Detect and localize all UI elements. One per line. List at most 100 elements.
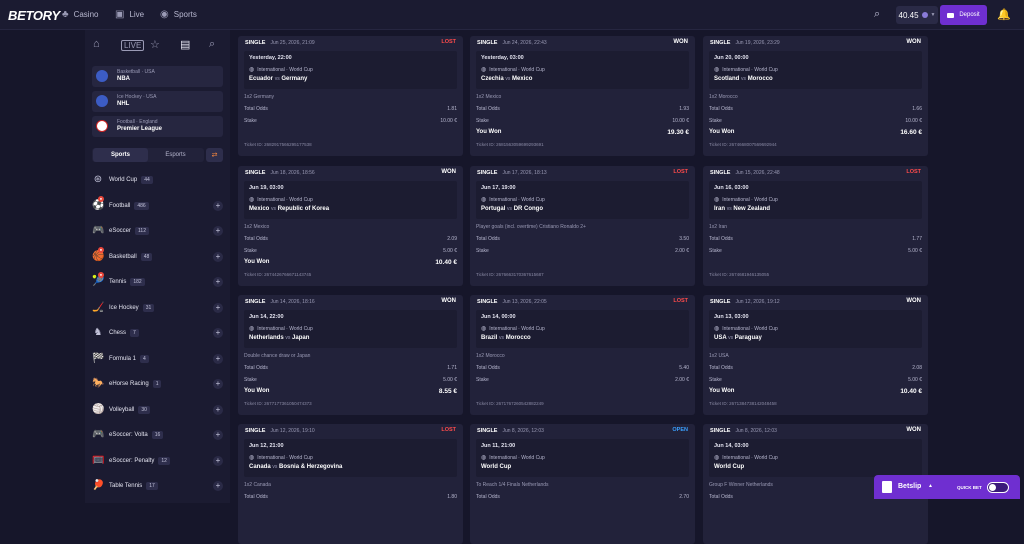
expand-icon[interactable]: + [213, 226, 223, 236]
bet-event[interactable]: Jun 17, 19:00 ◍ International · World Cup P… [476, 181, 689, 219]
sidebar-sport-item[interactable]: ⊛ World Cup 44 [92, 173, 223, 187]
sidebar-sport-item[interactable]: 🏒 Ice Hockey 31 + [92, 301, 223, 315]
bet-event[interactable]: Jun 19, 03:00 ◍ International · World Cup M… [244, 181, 457, 219]
sport-name: Football [109, 202, 131, 209]
nav-live[interactable]: ▣ Live [115, 9, 144, 20]
pinned-league-nba[interactable]: Basketball · USA NBA [92, 66, 223, 87]
ticket-id[interactable]: Ticket ID: 2677177361050474373 [244, 401, 312, 406]
bet-event[interactable]: Jun 11, 21:00 ◍ International · World Cup W… [476, 439, 689, 477]
expand-icon[interactable]: + [213, 404, 223, 415]
bet-event[interactable]: Yesterday, 22:00 ◍ International · World C… [244, 51, 457, 89]
sidebar-sport-item[interactable]: 🐎 eHorse Racing 1 + [92, 377, 223, 391]
deposit-button[interactable]: Deposit [940, 5, 987, 25]
bet-event[interactable]: Jun 16, 03:00 ◍ International · World Cup I… [709, 181, 922, 219]
sidebar-sport-item[interactable]: 🎮 eSoccer: Volta 16 + [92, 428, 223, 442]
winnings-label: You Won [709, 388, 735, 394]
competition-name: International · World Cup [489, 455, 545, 461]
home-icon[interactable]: ⌂ [93, 38, 100, 50]
home-team: Ecuador [249, 76, 274, 82]
bet-card[interactable]: SINGLE Jun 14, 2026, 18:16 WON Jun 14, 22:0… [238, 295, 463, 415]
expand-icon[interactable]: + [213, 200, 223, 211]
sidebar-sport-item[interactable]: 🎮 eSoccer 112 + [92, 224, 223, 238]
collapse-sidebar-icon[interactable]: ⇄ [206, 148, 223, 162]
bet-event[interactable]: Jun 12, 21:00 ◍ International · World Cup C… [244, 439, 457, 477]
bet-card[interactable]: SINGLE Jun 18, 2026, 18:56 WON Jun 19, 03:0… [238, 166, 463, 286]
expand-icon[interactable]: + [213, 379, 223, 389]
ticket-id[interactable]: Ticket ID: 2671767260542882249 [476, 401, 544, 406]
quick-bet-toggle[interactable] [987, 482, 1009, 493]
expand-icon[interactable]: + [213, 430, 223, 440]
expand-icon[interactable]: + [213, 302, 223, 313]
event-competition: ◍ International · World Cup [249, 454, 313, 461]
ticket-id[interactable]: Ticket ID: 2671384738142048458 [709, 401, 777, 406]
bet-card[interactable]: SINGLE Jun 19, 2026, 23:29 WON Jun 20, 00:0… [703, 36, 928, 156]
bet-card[interactable]: SINGLE Jun 12, 2026, 19:12 WON Jun 13, 03:0… [703, 295, 928, 415]
sidebar-sport-item[interactable]: 🎾 ● Tennis 182 + [92, 272, 223, 289]
bet-card[interactable]: SINGLE Jun 24, 2026, 22:43 WON Yesterday, 0… [470, 36, 695, 156]
sidebar-sport-item[interactable]: 🏀 ● Basketball 48 + [92, 246, 223, 264]
ticket-id[interactable]: Ticket ID: 2681563059699293691 [476, 142, 544, 147]
winnings-value: 10.40 € [435, 259, 457, 266]
bet-event[interactable]: Jun 14, 22:00 ◍ International · World Cup N… [244, 310, 457, 348]
logo[interactable]: BETORY [8, 8, 60, 23]
competition-name: International · World Cup [257, 455, 313, 461]
vs-label: vs [728, 335, 734, 341]
expand-icon[interactable]: + [213, 481, 223, 491]
bet-date: Jun 8, 2026, 12:03 [735, 427, 777, 434]
tab-sports[interactable]: Sports [93, 148, 148, 162]
odds-row: Total Odds 3.50 [476, 236, 689, 242]
bet-event[interactable]: Jun 14, 03:00 ◍ International · World Cup W… [709, 439, 922, 477]
search-icon[interactable]: ⌕ [874, 8, 880, 21]
bets-icon[interactable]: ▤ [180, 38, 190, 51]
bet-card[interactable]: SINGLE Jun 12, 2026, 19:10 LOST Jun 12, 21:… [238, 424, 463, 544]
sport-name: World Cup [109, 177, 138, 183]
bet-event[interactable]: Jun 20, 00:00 ◍ International · World Cup S… [709, 51, 922, 89]
betslip-bar[interactable]: Betslip ▲ QUICK BET [874, 475, 1020, 499]
sidebar-sport-item[interactable]: ⚽ ● Football 486 + [92, 195, 223, 213]
ticket-id[interactable]: Ticket ID: 2674426766671143745 [244, 272, 311, 277]
pinned-league-premier-league[interactable]: Football · England Premier League [92, 116, 223, 137]
expand-icon[interactable]: + [213, 353, 223, 364]
balance-dropdown[interactable]: 40.45 ▼ [896, 6, 938, 24]
bet-card[interactable]: SINGLE Jun 15, 2026, 22:48 LOST Jun 16, 03:… [703, 166, 928, 286]
ticket-id[interactable]: Ticket ID: 2682917566295177538 [244, 142, 312, 147]
bet-type: SINGLE [245, 39, 266, 46]
expand-icon[interactable]: + [213, 251, 223, 262]
ticket-id[interactable]: Ticket ID: 2676663170367615687 [476, 272, 544, 277]
bet-card[interactable]: SINGLE Jun 13, 2026, 22:05 LOST Jun 14, 00:… [470, 295, 695, 415]
sidebar-sport-item[interactable]: 🏐 Volleyball 30 + [92, 403, 223, 417]
event-competition: ◍ International · World Cup [249, 325, 313, 332]
pinned-league-nhl[interactable]: Ice Hockey · USA NHL [92, 91, 223, 112]
bet-event[interactable]: Jun 14, 00:00 ◍ International · World Cup B… [476, 310, 689, 348]
bet-event[interactable]: Yesterday, 03:00 ◍ International · World C… [476, 51, 689, 89]
ticket-id[interactable]: Ticket ID: 2674681946135055 [709, 272, 769, 277]
globe-icon: ◍ [714, 67, 720, 73]
bet-card[interactable]: SINGLE Jun 8, 2026, 12:03 OPEN Jun 11, 21:0… [470, 424, 695, 544]
bet-event[interactable]: Jun 13, 03:00 ◍ International · World Cup U… [709, 310, 922, 348]
search-icon[interactable]: ⌕ [209, 38, 215, 51]
competition-name: International · World Cup [722, 197, 778, 203]
expand-icon[interactable]: + [213, 455, 223, 466]
sport-name: Table Tennis [109, 483, 143, 489]
bet-selection: Double chance draw or Japan [244, 353, 311, 359]
nav-casino[interactable]: ♣ Casino [62, 9, 98, 20]
sidebar-sport-item[interactable]: ♞ Chess 7 + [92, 326, 223, 340]
competition-name: International · World Cup [489, 326, 545, 332]
ticket-id[interactable]: Ticket ID: 2674668007569692944 [709, 142, 777, 147]
event-time: Jun 14, 22:00 [249, 314, 284, 320]
stake-row: Stake 2.00 € [476, 377, 689, 383]
sidebar-sport-item[interactable]: 🥅 eSoccer: Penalty 12 + [92, 454, 223, 468]
stake-label: Stake [244, 248, 257, 254]
sidebar-sport-item[interactable]: 🏓 Table Tennis 17 + [92, 479, 223, 493]
bell-icon[interactable]: 🔔 [997, 8, 1011, 21]
star-icon[interactable]: ☆ [150, 38, 160, 51]
expand-icon[interactable]: + [213, 277, 223, 287]
sport-name: Tennis [109, 279, 127, 285]
bet-card[interactable]: SINGLE Jun 25, 2026, 21:09 LOST Yesterday, … [238, 36, 463, 156]
expand-icon[interactable]: + [213, 328, 223, 338]
bet-card[interactable]: SINGLE Jun 17, 2026, 18:13 LOST Jun 17, 19:… [470, 166, 695, 286]
live-tv-icon[interactable]: LIVE [121, 40, 145, 51]
sidebar-sport-item[interactable]: 🏁 Formula 1 4 + [92, 352, 223, 366]
tab-esports[interactable]: Esports [148, 148, 203, 162]
nav-sports[interactable]: ◉ Sports [160, 9, 197, 20]
